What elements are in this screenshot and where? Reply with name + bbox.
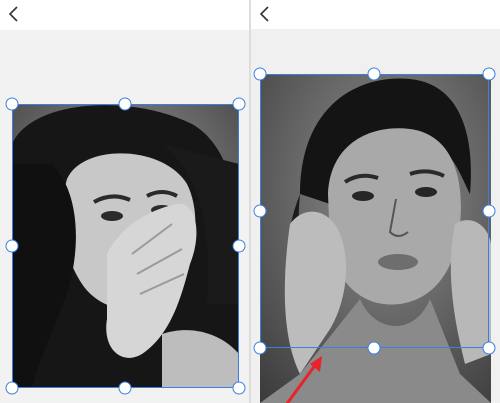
crop-handle-bottom-right[interactable] (482, 341, 496, 355)
crop-handle-middle-left[interactable] (5, 239, 19, 253)
crop-handle-middle-right[interactable] (482, 204, 496, 218)
crop-handle-top-left[interactable] (253, 67, 267, 81)
crop-frame[interactable] (260, 74, 489, 348)
red-arrow-icon (285, 356, 322, 403)
chevron-left-icon (8, 6, 18, 22)
left-crop-panel (0, 0, 249, 403)
back-button[interactable] (255, 4, 275, 24)
crop-handle-top-center[interactable] (118, 97, 132, 111)
crop-handle-top-right[interactable] (482, 67, 496, 81)
crop-handle-top-left[interactable] (5, 97, 19, 111)
crop-handle-bottom-center[interactable] (367, 341, 381, 355)
back-button[interactable] (4, 4, 24, 24)
crop-handle-bottom-left[interactable] (253, 341, 267, 355)
right-top-bar (251, 0, 500, 29)
crop-handle-bottom-center[interactable] (118, 381, 132, 395)
crop-handle-top-center[interactable] (367, 67, 381, 81)
crop-handle-middle-left[interactable] (253, 204, 267, 218)
chevron-left-icon (259, 6, 269, 22)
right-crop-panel (251, 0, 500, 403)
crop-handle-middle-right[interactable] (232, 239, 246, 253)
crop-handle-bottom-right[interactable] (232, 381, 246, 395)
left-top-bar (0, 0, 249, 30)
crop-handle-top-right[interactable] (232, 97, 246, 111)
crop-frame[interactable] (12, 104, 239, 388)
crop-handle-bottom-left[interactable] (5, 381, 19, 395)
